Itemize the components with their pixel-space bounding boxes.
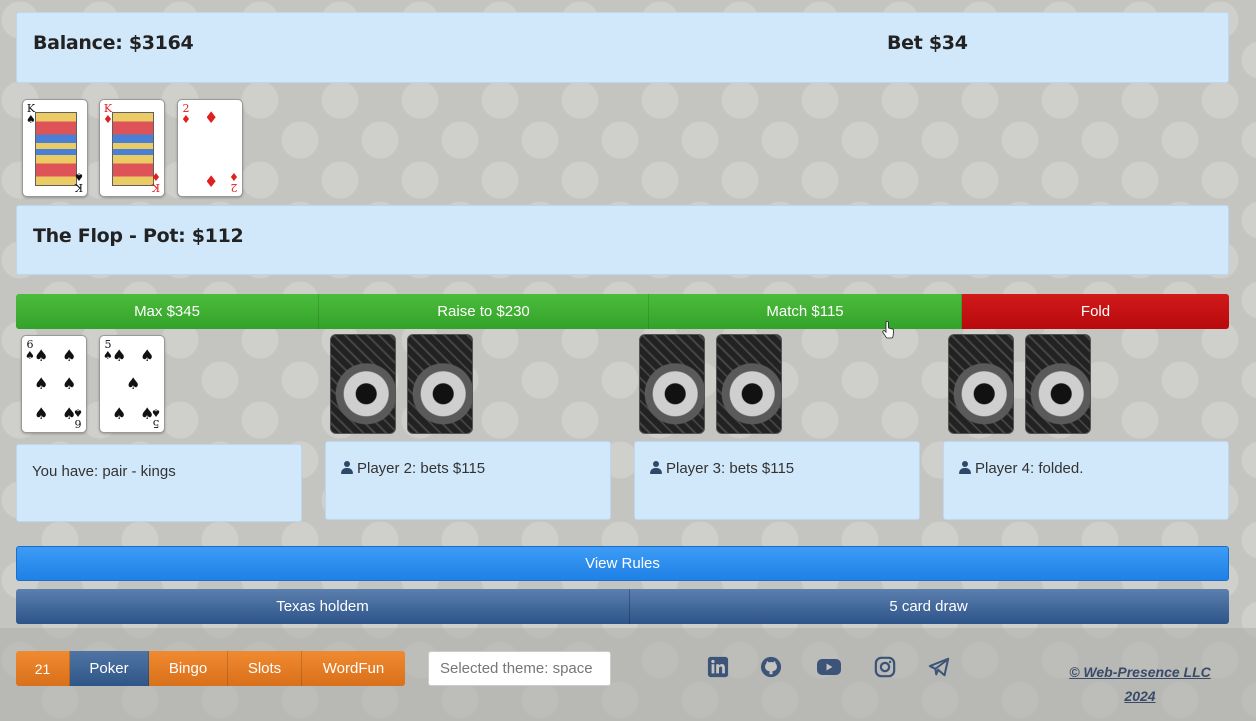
copyright[interactable]: © Web-Presence LLC 2024 [1040, 660, 1240, 708]
nav-poker[interactable]: Poker [70, 651, 149, 686]
player3-status-panel: Player 3: bets $115 [634, 441, 920, 520]
player4-status-line: Player 4: folded. [959, 460, 1083, 477]
instagram-icon[interactable] [873, 656, 897, 678]
player2-status-line: Player 2: bets $115 [341, 460, 485, 477]
five-card-draw-tab[interactable]: 5 card draw [630, 589, 1227, 624]
copyright-line1: © Web-Presence LLC [1069, 664, 1211, 680]
player4-card-back [1025, 334, 1091, 434]
max-button[interactable]: Max $345 [16, 294, 319, 329]
raise-button[interactable]: Raise to $230 [319, 294, 649, 329]
nav-wordfun[interactable]: WordFun [302, 651, 405, 686]
player1-status: You have: pair - kings [32, 463, 176, 480]
bet-label: Bet $34 [887, 32, 968, 54]
stage-panel: The Flop - Pot: $112 [16, 205, 1229, 275]
view-rules-button[interactable]: View Rules [16, 546, 1229, 581]
game-nav: 21 Poker Bingo Slots WordFun [16, 651, 405, 686]
player3-status: Player 3: bets $115 [666, 460, 795, 477]
player3-card-back [639, 334, 705, 434]
board-card-king-spades: K ♠ K ♠ [22, 99, 88, 197]
texas-holdem-tab[interactable]: Texas holdem [16, 589, 630, 624]
user-icon [341, 461, 353, 474]
pointer-cursor-icon [882, 321, 894, 339]
player2-status: Player 2: bets $115 [357, 460, 486, 477]
board-card-two-diamonds: 2 ♦ ♦ ♦ 2 ♦ [177, 99, 243, 197]
player-card-five-spades: 5 ♠ ♠ ♠ ♠ ♠ ♠ 5 ♠ [99, 335, 165, 433]
player2-status-panel: Player 2: bets $115 [325, 441, 611, 520]
action-bar: Max $345 Raise to $230 Match $115 Fold [16, 294, 1229, 329]
nav-bingo[interactable]: Bingo [149, 651, 228, 686]
variant-tabs: Texas holdem 5 card draw [16, 589, 1229, 624]
youtube-icon[interactable] [816, 656, 842, 678]
player1-status-panel: You have: pair - kings [16, 444, 302, 522]
balance-label: Balance: $3164 [33, 32, 194, 54]
nav-21[interactable]: 21 [16, 651, 70, 686]
player3-card-back [716, 334, 782, 434]
nav-slots[interactable]: Slots [228, 651, 302, 686]
fold-button[interactable]: Fold [962, 294, 1229, 329]
theme-field[interactable]: Selected theme: space [428, 651, 611, 686]
copyright-year: 2024 [1124, 688, 1156, 704]
user-icon [959, 461, 971, 474]
player2-card-back [330, 334, 396, 434]
player4-status-panel: Player 4: folded. [943, 441, 1229, 520]
linkedin-icon[interactable] [706, 656, 730, 678]
player-card-six-spades: 6 ♠ ♠ ♠ ♠ ♠ ♠ ♠ 6 ♠ [21, 335, 87, 433]
telegram-icon[interactable] [927, 656, 951, 678]
balance-panel: Balance: $3164 Bet $34 [16, 12, 1229, 83]
player4-card-back [948, 334, 1014, 434]
board-card-king-diamonds: K ♦ K ♦ [99, 99, 165, 197]
player2-card-back [407, 334, 473, 434]
player4-status: Player 4: folded. [975, 460, 1084, 477]
match-button[interactable]: Match $115 [649, 294, 962, 329]
user-icon [650, 461, 662, 474]
stage-title: The Flop - Pot: $112 [33, 225, 244, 247]
player3-status-line: Player 3: bets $115 [650, 460, 794, 477]
github-icon[interactable] [759, 656, 783, 678]
